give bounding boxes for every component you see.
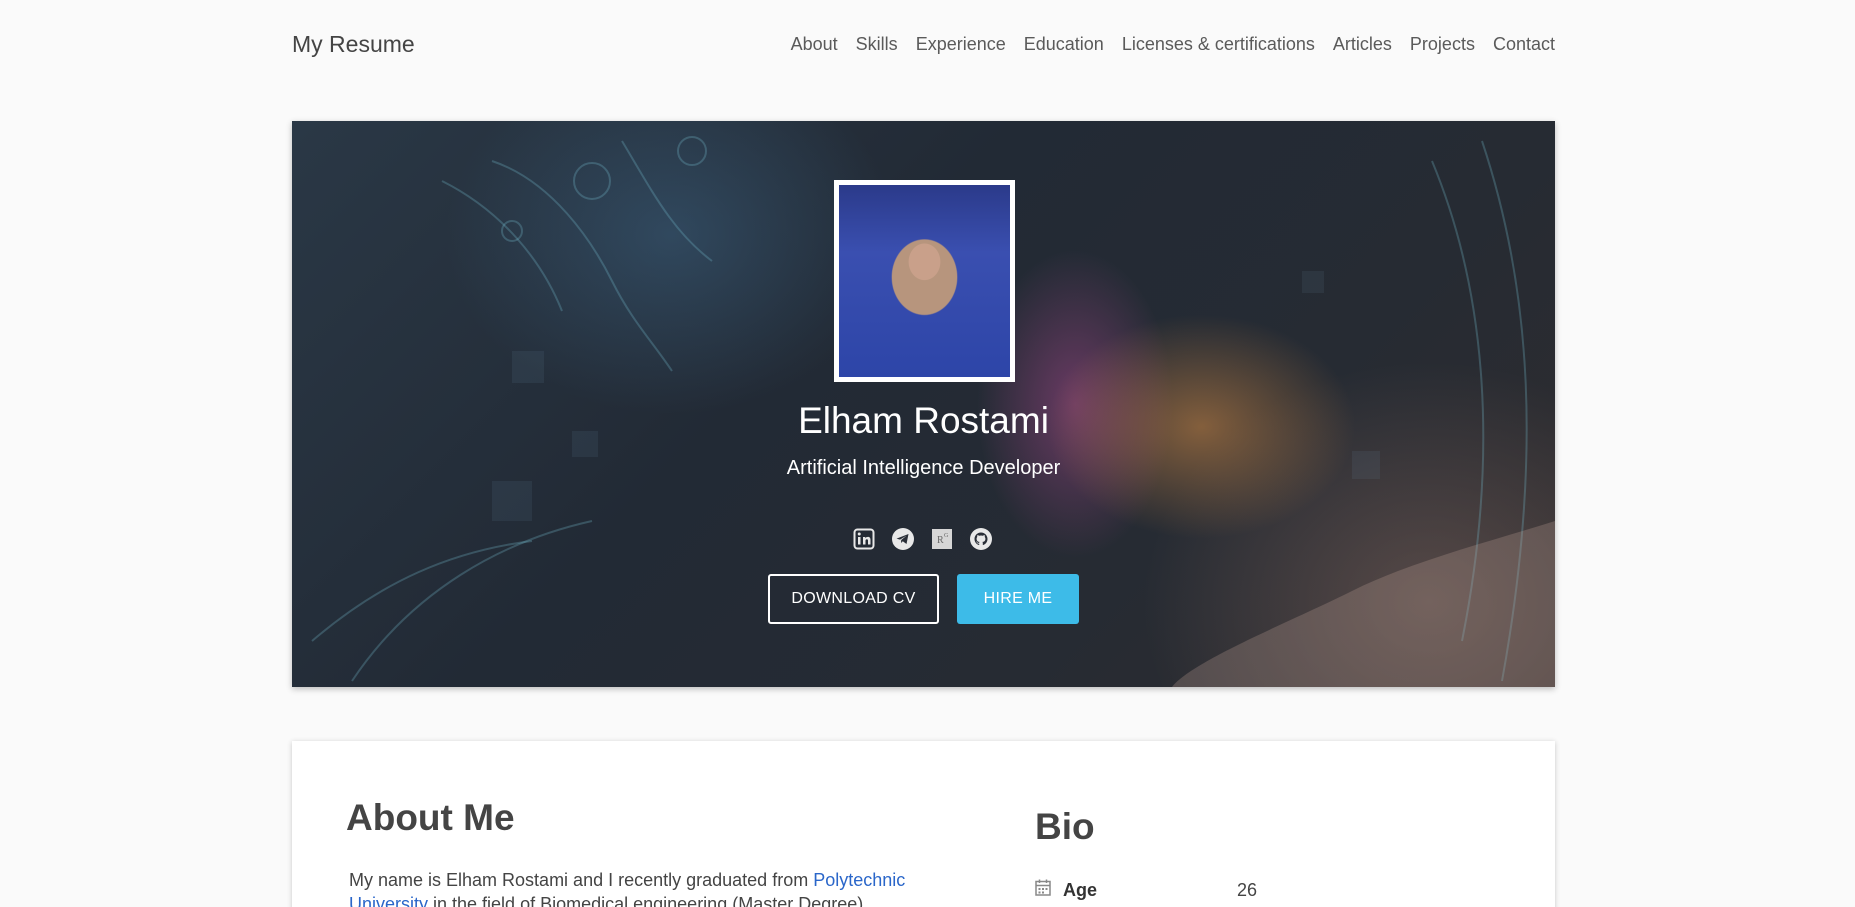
hero-banner: Elham Rostami Artificial Intelligence De… bbox=[292, 121, 1555, 687]
linkedin-icon[interactable] bbox=[852, 527, 876, 551]
nav-experience[interactable]: Experience bbox=[916, 34, 1006, 55]
calendar-icon bbox=[1035, 879, 1051, 901]
researchgate-icon[interactable]: R G bbox=[930, 527, 954, 551]
download-cv-button[interactable]: DOWNLOAD CV bbox=[768, 574, 939, 624]
about-card: About Me My name is Elham Rostami and I … bbox=[292, 741, 1555, 907]
nav-articles[interactable]: Articles bbox=[1333, 34, 1392, 55]
bio-label-age: Age bbox=[1063, 879, 1098, 900]
nav-contact[interactable]: Contact bbox=[1493, 34, 1555, 55]
bio-row-age: Age 26 bbox=[1035, 879, 1257, 901]
hero-name: Elham Rostami bbox=[798, 400, 1049, 441]
main-nav: About Skills Experience Education Licens… bbox=[791, 34, 1555, 55]
nav-skills[interactable]: Skills bbox=[856, 34, 898, 55]
hire-me-button[interactable]: HIRE ME bbox=[957, 574, 1079, 624]
profile-photo bbox=[839, 185, 1010, 377]
svg-text:G: G bbox=[944, 533, 949, 539]
top-navbar: My Resume About Skills Experience Educat… bbox=[292, 0, 1555, 88]
bio-heading: Bio bbox=[1035, 806, 1095, 847]
about-text-after: in the field of Biomedical engineering (… bbox=[428, 894, 864, 907]
page: My Resume About Skills Experience Educat… bbox=[0, 0, 1855, 907]
hero-subtitle: Artificial Intelligence Developer bbox=[786, 457, 1061, 479]
nav-projects[interactable]: Projects bbox=[1410, 34, 1475, 55]
about-paragraph: My name is Elham Rostami and I recently … bbox=[349, 868, 909, 907]
telegram-icon[interactable] bbox=[891, 527, 915, 551]
bio-value-age: 26 bbox=[1237, 879, 1258, 900]
github-icon[interactable] bbox=[969, 527, 993, 551]
nav-licenses[interactable]: Licenses & certifications bbox=[1122, 34, 1315, 55]
nav-education[interactable]: Education bbox=[1024, 34, 1104, 55]
svg-text:R: R bbox=[937, 535, 944, 546]
brand-title[interactable]: My Resume bbox=[292, 31, 415, 58]
nav-about[interactable]: About bbox=[791, 34, 838, 55]
about-heading: About Me bbox=[346, 797, 515, 838]
social-links: R G bbox=[852, 527, 993, 551]
about-text-before: My name is Elham Rostami and I recently … bbox=[349, 870, 814, 890]
profile-photo-frame bbox=[834, 180, 1015, 382]
